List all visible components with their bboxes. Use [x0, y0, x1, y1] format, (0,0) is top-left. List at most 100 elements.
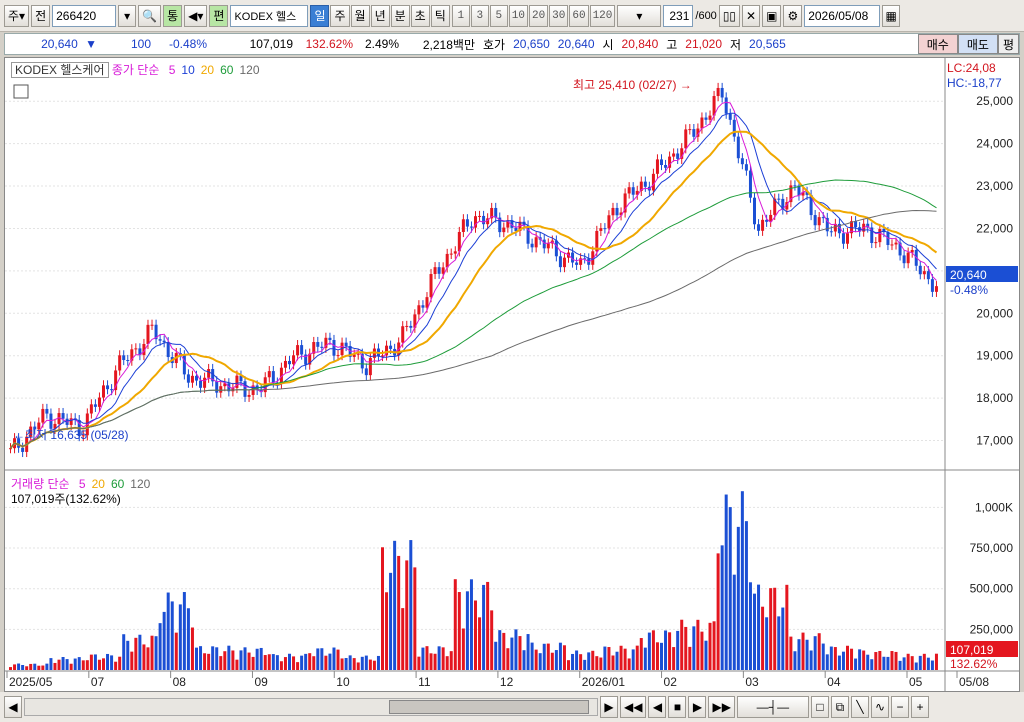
volume-legend-periods: 5 20 60 120: [73, 477, 150, 491]
candle-body: [465, 219, 469, 227]
chart-area[interactable]: 25,00024,00023,00022,00021,00020,00019,0…: [4, 57, 1020, 692]
edit-button[interactable]: 편: [209, 4, 229, 27]
period-tab-0[interactable]: 일: [310, 4, 330, 27]
line-tool-icon[interactable]: ╲: [850, 696, 869, 718]
volume-bar: [304, 653, 308, 670]
volume-bar: [275, 655, 279, 670]
stock-chart[interactable]: 25,00024,00023,00022,00021,00020,00019,0…: [5, 58, 1019, 691]
minus-icon[interactable]: −: [891, 696, 909, 718]
candle-body: [190, 375, 194, 383]
volume-bar: [506, 648, 510, 670]
sell-button[interactable]: 매도: [957, 34, 998, 54]
interval-30[interactable]: 30: [549, 4, 569, 27]
search-icon[interactable]: 🔍: [138, 4, 162, 27]
save-icon[interactable]: ▣: [762, 4, 782, 27]
candle-body: [296, 345, 300, 356]
compare-icon[interactable]: ▯▯: [718, 4, 741, 27]
cross-icon[interactable]: ✕: [742, 4, 761, 27]
plus-icon[interactable]: +: [911, 696, 929, 718]
interval-10[interactable]: 10: [508, 4, 528, 27]
legend-period-60: 60: [110, 477, 125, 491]
candle-body: [41, 408, 45, 423]
candle-body: [469, 226, 473, 228]
volume-bar: [81, 660, 85, 670]
stop-icon[interactable]: ■: [668, 696, 687, 718]
code-input[interactable]: 266420: [52, 4, 117, 27]
rewind-icon[interactable]: ◀◀: [620, 696, 647, 718]
volume-bar: [801, 632, 805, 670]
date-input[interactable]: 2026/05/08: [804, 4, 881, 27]
volume-bar: [425, 646, 429, 670]
ask-price: 20,650: [513, 37, 550, 51]
interval-3[interactable]: 3: [470, 4, 489, 27]
zoom-slider[interactable]: —┤—: [736, 696, 809, 718]
count-input[interactable]: 231: [663, 4, 694, 27]
volume-bar: [781, 607, 785, 670]
market-select[interactable]: 주 ▾: [4, 4, 30, 27]
candle-body: [203, 377, 207, 388]
shape-icon[interactable]: □: [810, 696, 829, 718]
forward-icon[interactable]: ▶▶: [708, 696, 735, 718]
grid-toggle-icon: [13, 84, 29, 99]
hc-label: HC:-18,77: [947, 76, 1002, 90]
candle-body: [453, 251, 457, 254]
dropdown-icon[interactable]: ▾: [118, 4, 137, 27]
volume-bar: [368, 659, 372, 670]
volume-bar: [684, 626, 688, 670]
candle-body: [482, 215, 486, 225]
volume-bar: [878, 650, 882, 670]
period-tab-1[interactable]: 주: [330, 4, 350, 27]
wave-tool-icon[interactable]: ∿: [870, 696, 889, 718]
chart-scrollbar[interactable]: [24, 698, 598, 716]
period-tab-5[interactable]: 초: [410, 4, 430, 27]
scroll-right-icon[interactable]: ▶: [600, 696, 618, 718]
volume-bar: [320, 648, 324, 670]
volume-bar: [902, 657, 906, 670]
volume-bar: [122, 634, 126, 670]
interval-5[interactable]: 5: [489, 4, 508, 27]
next-icon[interactable]: ▶: [688, 696, 707, 718]
candle-body: [283, 360, 287, 368]
volume-bar: [13, 664, 17, 670]
volume-bar: [409, 540, 413, 670]
volume-bar: [138, 634, 142, 670]
period-tab-4[interactable]: 분: [390, 4, 410, 27]
scroll-thumb[interactable]: [389, 700, 589, 714]
layers-icon[interactable]: ⧉: [830, 696, 849, 718]
gear-icon[interactable]: ⚙: [783, 4, 803, 27]
volume-bar: [635, 645, 639, 670]
calendar-icon[interactable]: ▦: [882, 4, 901, 27]
interval-1[interactable]: 1: [451, 4, 470, 27]
interval-120[interactable]: 120: [589, 4, 616, 27]
interval-dropdown[interactable]: ▾: [617, 4, 662, 27]
candle-body: [417, 305, 421, 315]
volume-bar: [813, 636, 817, 670]
volume-bar: [522, 650, 526, 670]
price-tick-label: 20,000: [976, 306, 1013, 320]
period-tab-2[interactable]: 월: [350, 4, 370, 27]
eval-button[interactable]: 평: [997, 34, 1019, 54]
volume-bar: [538, 653, 542, 670]
scroll-left-icon[interactable]: ◀: [4, 696, 22, 718]
sound-icon[interactable]: ◀▾: [184, 4, 208, 27]
volume-bar: [126, 640, 130, 670]
stock-name: KODEX 헬스: [230, 4, 309, 27]
volume-bar: [708, 622, 712, 670]
period-tab-6[interactable]: 틱: [430, 4, 450, 27]
volume-bar: [841, 651, 845, 670]
volume-bar: [579, 654, 583, 670]
interval-20[interactable]: 20: [528, 4, 549, 27]
interval-60[interactable]: 60: [569, 4, 589, 27]
tong-button[interactable]: 통: [163, 4, 183, 27]
candle-body: [627, 187, 631, 194]
volume-bar: [300, 655, 304, 670]
volume-bar: [514, 629, 518, 670]
prev-icon[interactable]: ◀: [648, 696, 667, 718]
volume-bar: [882, 656, 886, 670]
volume-bar: [542, 643, 546, 670]
buy-button[interactable]: 매수: [917, 34, 958, 54]
volume-bar: [65, 659, 69, 670]
volume-bar: [926, 657, 930, 670]
period-tab-3[interactable]: 년: [370, 4, 390, 27]
mode-select[interactable]: 전: [31, 4, 51, 27]
